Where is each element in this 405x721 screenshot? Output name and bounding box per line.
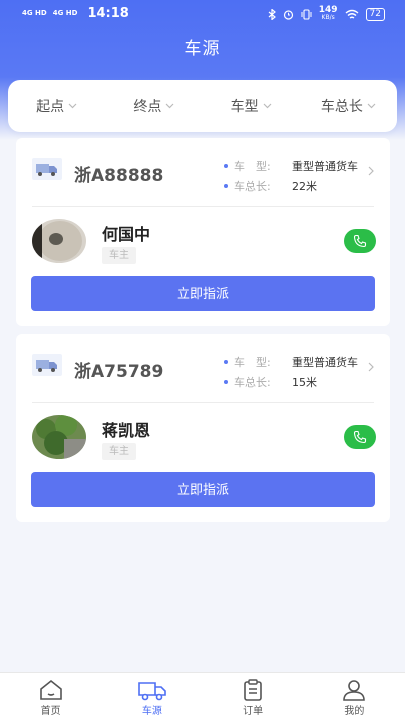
- signal-2: 4G HD: [52, 9, 78, 17]
- filter-destination-label: 终点: [133, 99, 162, 115]
- vehicle-type-value: 重型普通货车: [292, 160, 358, 173]
- filter-vehicle-type[interactable]: 车型: [203, 96, 300, 116]
- alarm-icon: [283, 9, 293, 20]
- vehicle-type-value: 重型普通货车: [292, 356, 358, 369]
- vehicle-length-value: 15米: [292, 376, 317, 389]
- clipboard-icon: [244, 679, 262, 701]
- vehicle-length-label: 车总长:: [234, 180, 271, 193]
- filter-vehicle-length[interactable]: 车总长: [300, 96, 397, 116]
- owner-role-badge: 车主: [102, 443, 136, 460]
- filter-destination[interactable]: 终点: [105, 96, 202, 116]
- vibrate-icon: [301, 8, 312, 20]
- bottom-tab-bar: 首页 车源 订单 我的: [0, 672, 405, 721]
- phone-icon: [353, 234, 367, 248]
- battery-indicator: 72: [365, 7, 385, 21]
- filter-vehicle-length-label: 车总长: [320, 99, 363, 115]
- truck-icon: [138, 682, 166, 701]
- tab-profile-label: 我的: [344, 706, 365, 717]
- filter-origin[interactable]: 起点: [8, 96, 105, 116]
- owner-name: 蒋凯恩: [102, 421, 151, 440]
- assign-now-button[interactable]: 立即指派: [31, 472, 375, 507]
- net-speed-value: 149: [318, 5, 338, 15]
- call-button[interactable]: [344, 425, 376, 449]
- vehicle-type-label: 车 型:: [234, 356, 271, 369]
- license-plate: 浙A88888: [74, 166, 164, 186]
- call-button[interactable]: [344, 229, 376, 253]
- chevron-right-icon: [368, 166, 374, 176]
- tab-orders-label: 订单: [243, 706, 264, 717]
- divider: [32, 206, 374, 207]
- tab-vehicle-source-label: 车源: [141, 706, 162, 717]
- status-bar: 4G HD 4G HD 14:18 149 KB/s 72: [0, 0, 405, 28]
- chevron-down-icon: [263, 103, 272, 109]
- chevron-down-icon: [367, 103, 376, 109]
- bullet-dot: [224, 164, 228, 168]
- page-title: 车源: [184, 39, 221, 59]
- vehicle-type-row: 车 型: 重型普通货车: [224, 158, 358, 174]
- home-icon: [39, 679, 62, 700]
- license-plate: 浙A75789: [74, 362, 164, 382]
- tab-home-label: 首页: [40, 706, 61, 717]
- owner-role-badge: 车主: [102, 247, 136, 264]
- signal-1: 4G HD: [22, 9, 47, 17]
- filter-vehicle-type-label: 车型: [230, 99, 259, 115]
- chevron-down-icon: [68, 103, 77, 109]
- avatar: [32, 219, 86, 263]
- bullet-dot: [224, 380, 228, 384]
- tab-profile[interactable]: 我的: [304, 673, 405, 721]
- chevron-right-icon: [368, 362, 374, 372]
- assign-now-button[interactable]: 立即指派: [31, 276, 375, 311]
- wifi-icon: [345, 9, 358, 19]
- phone-icon: [353, 430, 367, 444]
- clock: 14:18: [87, 6, 129, 21]
- filter-origin-label: 起点: [36, 99, 65, 115]
- net-speed: 149 KB/s: [319, 6, 338, 22]
- tab-vehicle-source[interactable]: 车源: [101, 673, 202, 721]
- tab-home[interactable]: 首页: [0, 673, 101, 721]
- vehicle-card[interactable]: 浙A88888 车 型: 重型普通货车 车总长: 22米 何国中 车主 立即指派: [16, 138, 390, 326]
- vehicle-type-row: 车 型: 重型普通货车: [224, 354, 358, 370]
- vehicle-length-row: 车总长: 22米: [224, 178, 317, 194]
- vehicle-length-row: 车总长: 15米: [224, 374, 317, 390]
- avatar: [32, 415, 86, 459]
- vehicle-type-label: 车 型:: [234, 160, 271, 173]
- truck-icon: [32, 158, 62, 180]
- net-speed-unit: KB/s: [321, 14, 335, 21]
- bullet-dot: [224, 360, 228, 364]
- truck-icon: [32, 354, 62, 376]
- vehicle-length-label: 车总长:: [234, 376, 271, 389]
- vehicle-card[interactable]: 浙A75789 车 型: 重型普通货车 车总长: 15米 蒋凯恩 车主 立即指派: [16, 334, 390, 522]
- filter-bar: 起点 终点 车型 车总长: [8, 80, 397, 132]
- chevron-down-icon: [165, 103, 174, 109]
- bullet-dot: [224, 184, 228, 188]
- tab-orders[interactable]: 订单: [203, 673, 304, 721]
- user-icon: [343, 680, 366, 701]
- owner-name: 何国中: [102, 225, 151, 244]
- bluetooth-icon: [268, 8, 276, 20]
- divider: [32, 402, 374, 403]
- vehicle-length-value: 22米: [292, 180, 317, 193]
